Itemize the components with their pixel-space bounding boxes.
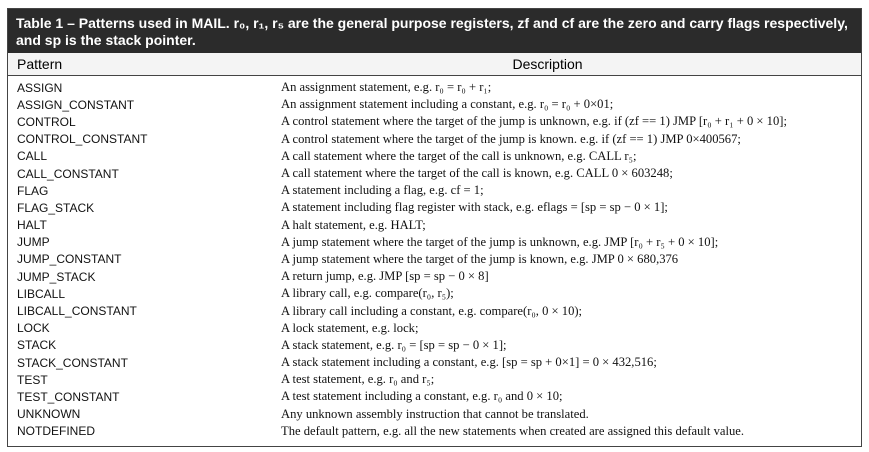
pattern-cell: JUMP_CONSTANT <box>17 252 122 267</box>
table-row: TEST_CONSTANT A test statement including … <box>8 388 861 405</box>
description-cell: A halt statement, e.g. HALT; <box>281 217 426 232</box>
table-row: CALL_CONSTANT A call statement where the … <box>8 165 861 182</box>
description-cell: Any unknown assembly instruction that ca… <box>281 406 589 421</box>
description-cell: An assignment statement, e.g. r₀ = r₀ + … <box>281 80 492 95</box>
table-body: ASSIGN An assignment statement, e.g. r₀ =… <box>8 76 861 440</box>
description-cell: The default pattern, e.g. all the new st… <box>281 423 744 438</box>
description-cell: A return jump, e.g. JMP [sp = sp − 0 × 8… <box>281 269 489 284</box>
description-cell: A statement including a flag, e.g. cf = … <box>281 183 484 198</box>
pattern-cell: JUMP <box>17 235 50 250</box>
table-row: STACK_CONSTANT A stack statement includin… <box>8 354 861 371</box>
table-row: JUMP_CONSTANT A jump statement where the … <box>8 251 861 268</box>
pattern-cell: FLAG <box>17 183 49 198</box>
pattern-cell: CALL <box>17 149 48 164</box>
table-row: LIBCALL A library call, e.g. compare(r₀, … <box>8 285 861 302</box>
description-cell: A call statement where the target of the… <box>281 148 637 163</box>
description-cell: A library call, e.g. compare(r₀, r₅); <box>281 286 454 301</box>
pattern-cell: TEST_CONSTANT <box>17 389 120 404</box>
description-cell: A test statement including a constant, e… <box>281 389 563 404</box>
table-row: JUMP_STACK A return jump, e.g. JMP [sp = … <box>8 268 861 285</box>
description-cell: A stack statement, e.g. r₀ = [sp = sp − … <box>281 337 507 352</box>
table-row: UNKNOWN Any unknown assembly instruction … <box>8 406 861 423</box>
pattern-cell: HALT <box>17 218 47 233</box>
column-header-pattern: Pattern <box>17 56 63 72</box>
patterns-table: Table 1 – Patterns used in MAIL. r₀, r₁,… <box>7 8 862 447</box>
table-row: NOTDEFINED The default pattern, e.g. all … <box>8 423 861 440</box>
description-cell: A jump statement where the target of the… <box>281 234 719 249</box>
table-row: CONTROL_CONSTANT A control statement wher… <box>8 131 861 148</box>
description-cell: A control statement where the target of … <box>281 131 741 146</box>
description-cell: A statement including flag register with… <box>281 200 668 215</box>
pattern-cell: UNKNOWN <box>17 407 81 422</box>
description-cell: A call statement where the target of the… <box>281 166 673 181</box>
table-row: JUMP A jump statement where the target of… <box>8 234 861 251</box>
table-row: CALL A call statement where the target of… <box>8 148 861 165</box>
table-row: CONTROL A control statement where the tar… <box>8 113 861 130</box>
description-cell: A library call including a constant, e.g… <box>281 303 583 318</box>
pattern-cell: ASSIGN_CONSTANT <box>17 97 135 112</box>
description-cell: A test statement, e.g. r₀ and r₅; <box>281 372 435 387</box>
table-header: Pattern Description <box>8 53 861 76</box>
pattern-cell: CONTROL <box>17 114 76 129</box>
table-row: TEST A test statement, e.g. r₀ and r₅; <box>8 371 861 388</box>
description-cell: A jump statement where the target of the… <box>281 251 679 266</box>
pattern-cell: ASSIGN <box>17 80 63 95</box>
pattern-cell: CONTROL_CONSTANT <box>17 132 148 147</box>
pattern-cell: CALL_CONSTANT <box>17 166 119 181</box>
pattern-cell: STACK <box>17 338 57 353</box>
table-row: FLAG A statement including a flag, e.g. c… <box>8 182 861 199</box>
table-row: LOCK A lock statement, e.g. lock; <box>8 320 861 337</box>
column-header-description: Description <box>512 56 583 72</box>
pattern-cell: TEST <box>17 372 48 387</box>
pattern-cell: LIBCALL <box>17 286 66 301</box>
table-row: LIBCALL_CONSTANT A library call including… <box>8 302 861 319</box>
description-cell: A control statement where the target of … <box>281 114 787 129</box>
table-caption: Table 1 – Patterns used in MAIL. r₀, r₁,… <box>8 9 861 53</box>
table-row: ASSIGN_CONSTANT An assignment statement i… <box>8 96 861 113</box>
table-row: FLAG_STACK A statement including flag reg… <box>8 199 861 216</box>
description-cell: A lock statement, e.g. lock; <box>281 320 419 335</box>
table-row: STACK A stack statement, e.g. r₀ = [sp = … <box>8 337 861 354</box>
table-row: HALT A halt statement, e.g. HALT; <box>8 217 861 234</box>
pattern-cell: LOCK <box>17 321 50 336</box>
pattern-cell: LIBCALL_CONSTANT <box>17 304 137 319</box>
description-cell: An assignment statement including a cons… <box>281 97 614 112</box>
pattern-cell: FLAG_STACK <box>17 200 95 215</box>
description-cell: A stack statement including a constant, … <box>281 355 657 370</box>
table-row: ASSIGN An assignment statement, e.g. r₀ =… <box>8 79 861 96</box>
pattern-cell: JUMP_STACK <box>17 269 96 284</box>
pattern-cell: STACK_CONSTANT <box>17 355 128 370</box>
pattern-cell: NOTDEFINED <box>17 424 95 439</box>
